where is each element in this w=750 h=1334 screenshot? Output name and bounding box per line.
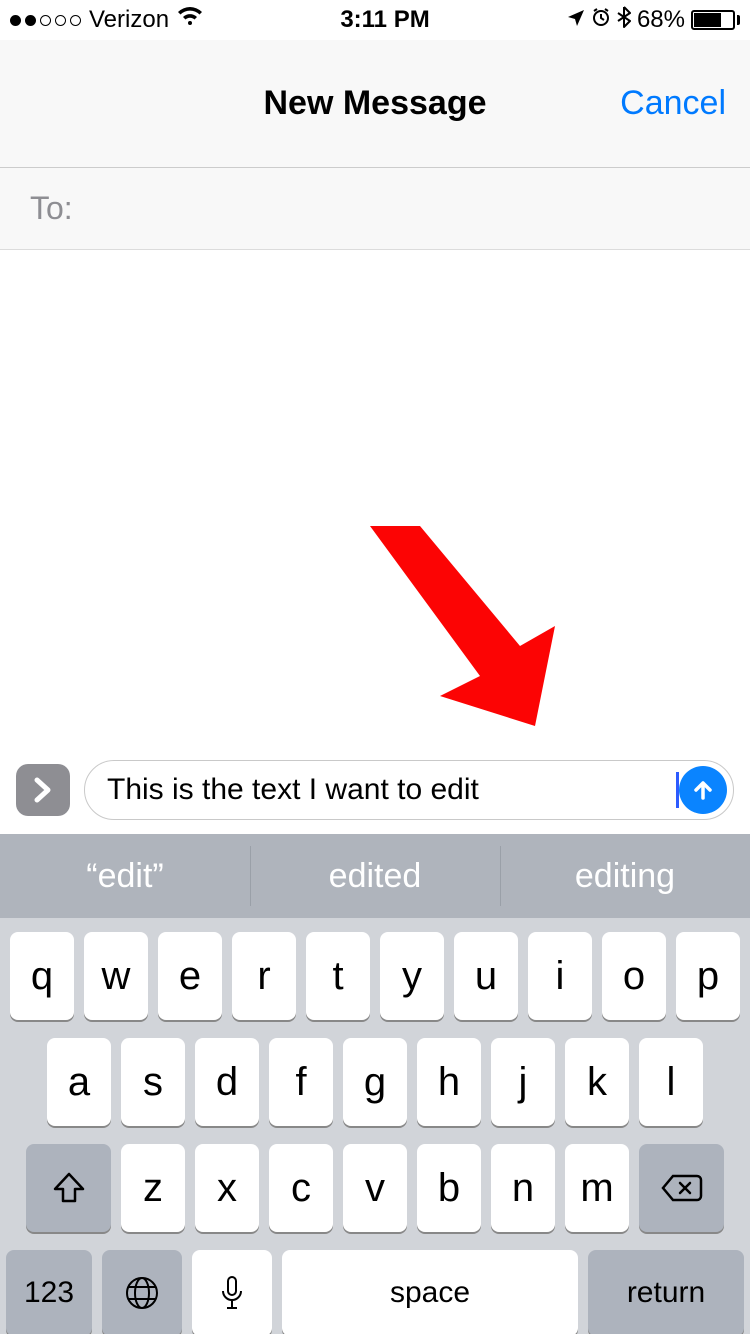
alarm-icon [591,6,611,34]
key-i[interactable]: i [528,932,592,1020]
key-d[interactable]: d [195,1038,259,1126]
key-w[interactable]: w [84,932,148,1020]
keyboard-suggestions: “edit” edited editing [0,834,750,918]
nav-bar: New Message Cancel [0,40,750,168]
globe-icon [124,1275,160,1311]
key-f[interactable]: f [269,1038,333,1126]
send-button[interactable] [679,766,727,814]
battery-icon [691,10,740,30]
key-g[interactable]: g [343,1038,407,1126]
clock-label: 3:11 PM [203,6,567,34]
key-h[interactable]: h [417,1038,481,1126]
key-p[interactable]: p [676,932,740,1020]
battery-percent-label: 68% [637,6,685,34]
key-c[interactable]: c [269,1144,333,1232]
chevron-right-icon [34,777,52,803]
suggestion-3[interactable]: editing [500,834,750,918]
key-r[interactable]: r [232,932,296,1020]
to-field[interactable]: To: [0,168,750,250]
carrier-label: Verizon [89,6,169,34]
annotation-arrow-icon [330,526,560,744]
signal-strength-icon [10,15,81,26]
wifi-icon [177,6,203,34]
key-globe[interactable] [102,1250,182,1334]
key-l[interactable]: l [639,1038,703,1126]
expand-apps-button[interactable] [16,764,70,816]
key-j[interactable]: j [491,1038,555,1126]
key-m[interactable]: m [565,1144,629,1232]
key-q[interactable]: q [10,932,74,1020]
location-icon [567,6,585,34]
bluetooth-icon [617,6,631,35]
message-thread [0,250,750,750]
suggestion-2[interactable]: edited [250,834,500,918]
key-s[interactable]: s [121,1038,185,1126]
key-n[interactable]: n [491,1144,555,1232]
key-dictation[interactable] [192,1250,272,1334]
key-numbers[interactable]: 123 [6,1250,92,1334]
key-backspace[interactable] [639,1144,724,1232]
key-k[interactable]: k [565,1038,629,1126]
key-b[interactable]: b [417,1144,481,1232]
message-input[interactable]: This is the text I want to edit [84,760,734,820]
arrow-up-icon [691,778,715,802]
key-z[interactable]: z [121,1144,185,1232]
key-v[interactable]: v [343,1144,407,1232]
key-y[interactable]: y [380,932,444,1020]
key-return[interactable]: return [588,1250,744,1334]
status-bar: Verizon 3:11 PM 68% [0,0,750,40]
key-o[interactable]: o [602,932,666,1020]
key-t[interactable]: t [306,932,370,1020]
cancel-button[interactable]: Cancel [620,84,726,123]
key-u[interactable]: u [454,932,518,1020]
key-space[interactable]: space [282,1250,578,1334]
key-e[interactable]: e [158,932,222,1020]
suggestion-1[interactable]: “edit” [0,834,250,918]
key-shift[interactable] [26,1144,111,1232]
key-a[interactable]: a [47,1038,111,1126]
page-title: New Message [264,84,487,123]
backspace-icon [661,1173,703,1203]
shift-icon [52,1172,86,1204]
message-input-text: This is the text I want to edit [107,773,675,807]
keyboard: q w e r t y u i o p a s d f g h j k l z … [0,918,750,1334]
to-label: To: [30,190,73,226]
microphone-icon [220,1275,244,1311]
compose-bar: This is the text I want to edit [0,750,750,834]
key-x[interactable]: x [195,1144,259,1232]
